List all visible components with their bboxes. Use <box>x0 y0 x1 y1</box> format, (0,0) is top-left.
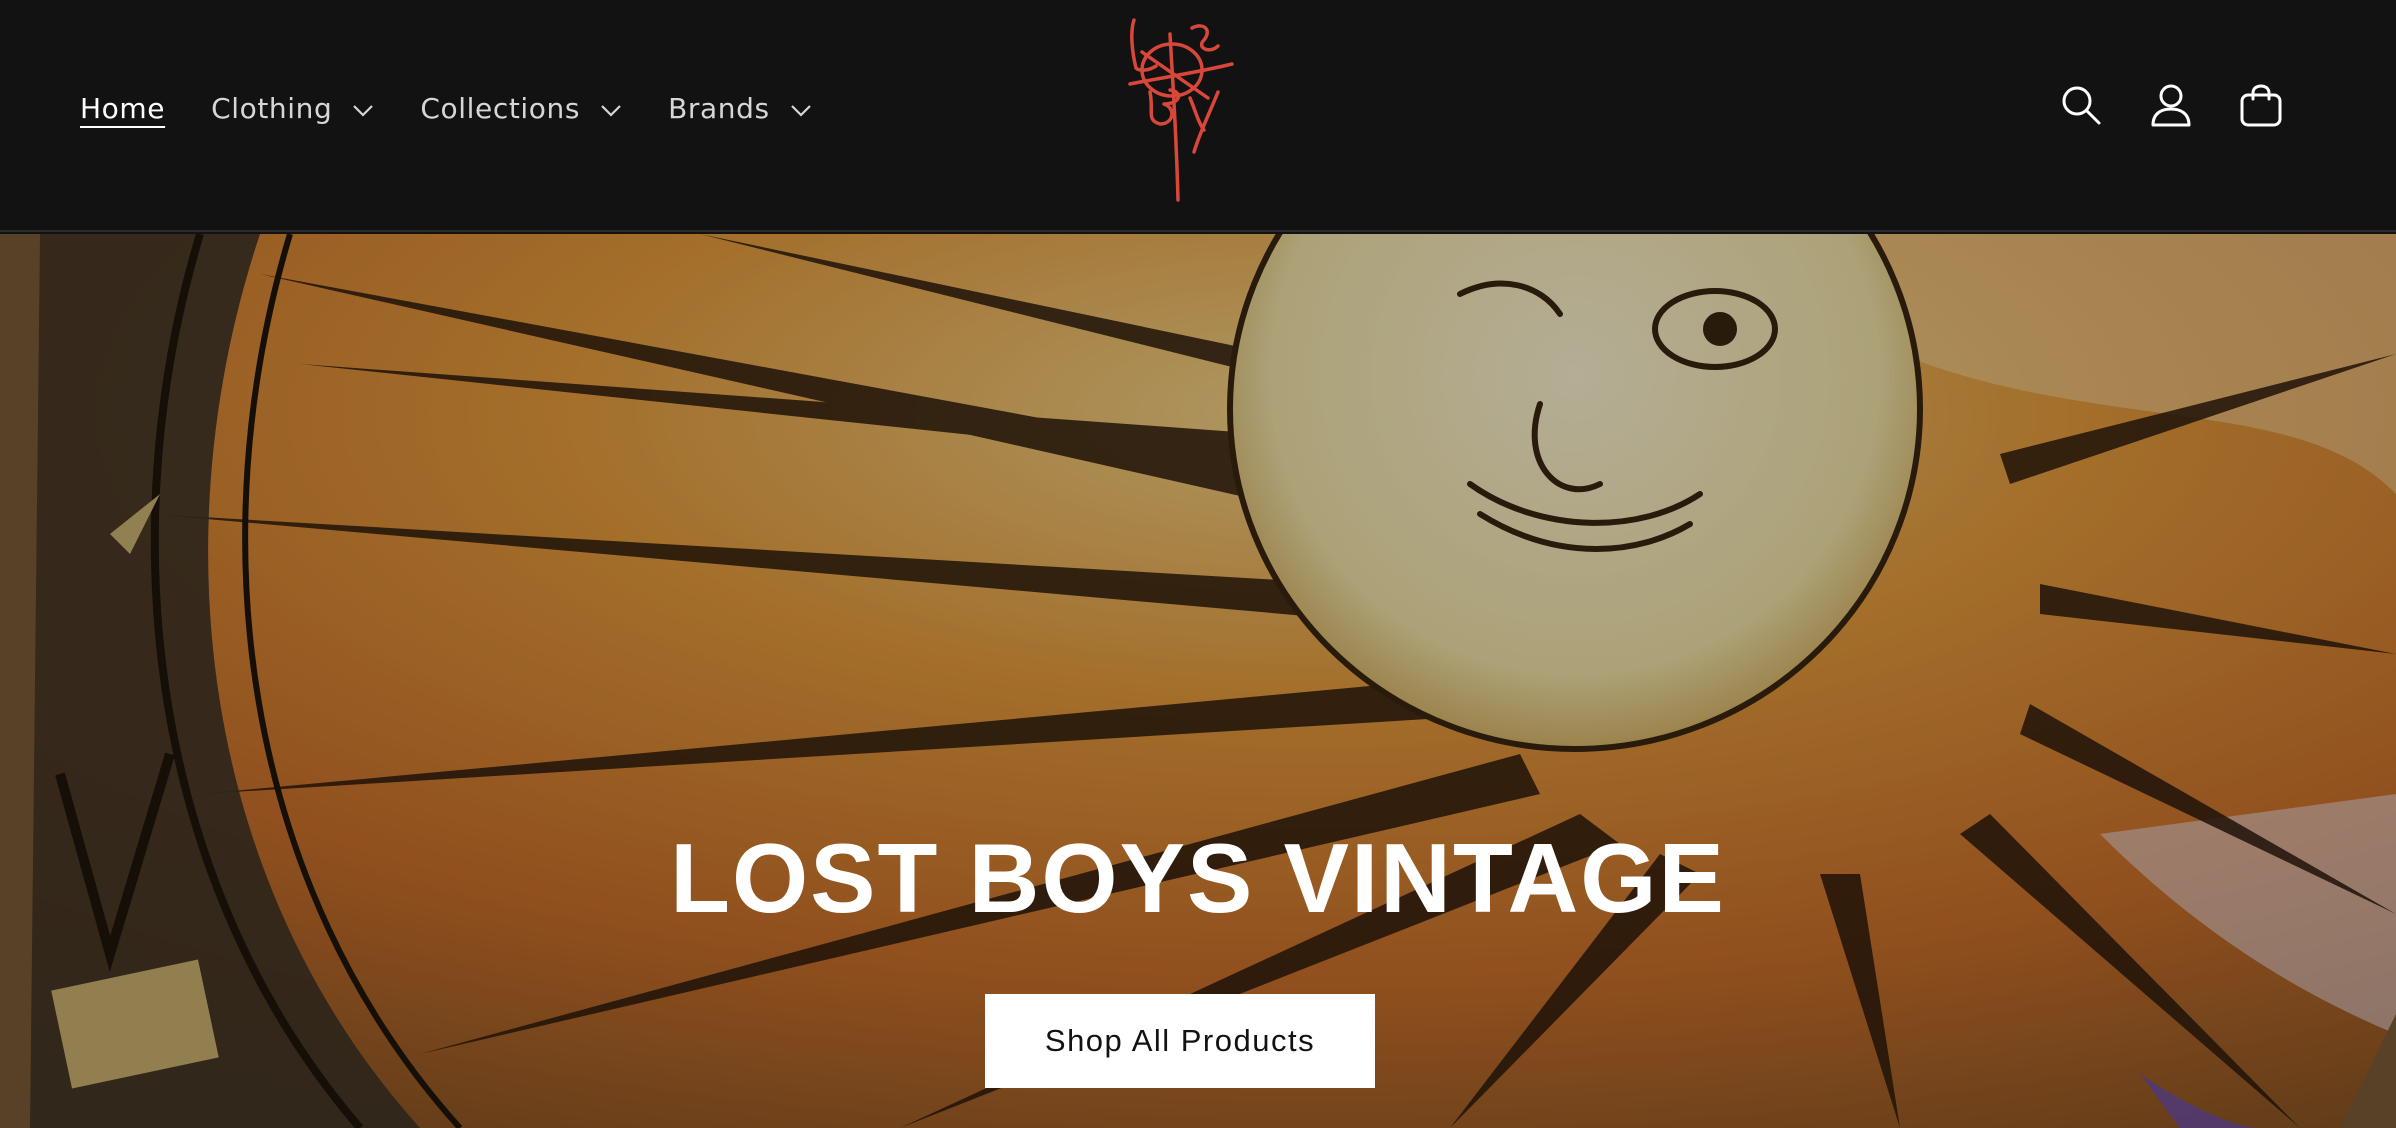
account-icon <box>2151 84 2191 127</box>
header-actions <box>2058 82 2284 128</box>
hero-title: LOST BOYS VINTAGE <box>670 823 1726 933</box>
nav-clothing[interactable]: Clothing <box>211 92 374 125</box>
nav-home[interactable]: Home <box>80 92 165 125</box>
chevron-down-icon <box>790 105 811 117</box>
hero-banner: LOST BOYS VINTAGE Shop All Products <box>0 234 2396 1128</box>
nav-home-label: Home <box>80 91 166 125</box>
search-icon <box>2062 86 2101 125</box>
nav-collections[interactable]: Collections <box>420 92 622 125</box>
chevron-down-icon <box>601 105 621 117</box>
nav-collections-label: Collections <box>420 91 581 125</box>
main-navigation: Home Clothing Collections Brands <box>80 84 812 132</box>
cart-button[interactable] <box>2238 82 2284 128</box>
nav-brands-label: Brands <box>668 91 770 125</box>
account-button[interactable] <box>2148 82 2194 128</box>
search-button[interactable] <box>2058 82 2104 128</box>
nav-clothing-label: Clothing <box>211 91 333 125</box>
site-logo[interactable] <box>1120 12 1240 208</box>
site-header: Home Clothing Collections Brands <box>0 0 2396 232</box>
chevron-down-icon <box>353 105 374 117</box>
nav-brands[interactable]: Brands <box>668 92 812 125</box>
shop-all-products-button[interactable]: Shop All Products <box>985 994 1375 1088</box>
cart-icon <box>2240 84 2282 127</box>
